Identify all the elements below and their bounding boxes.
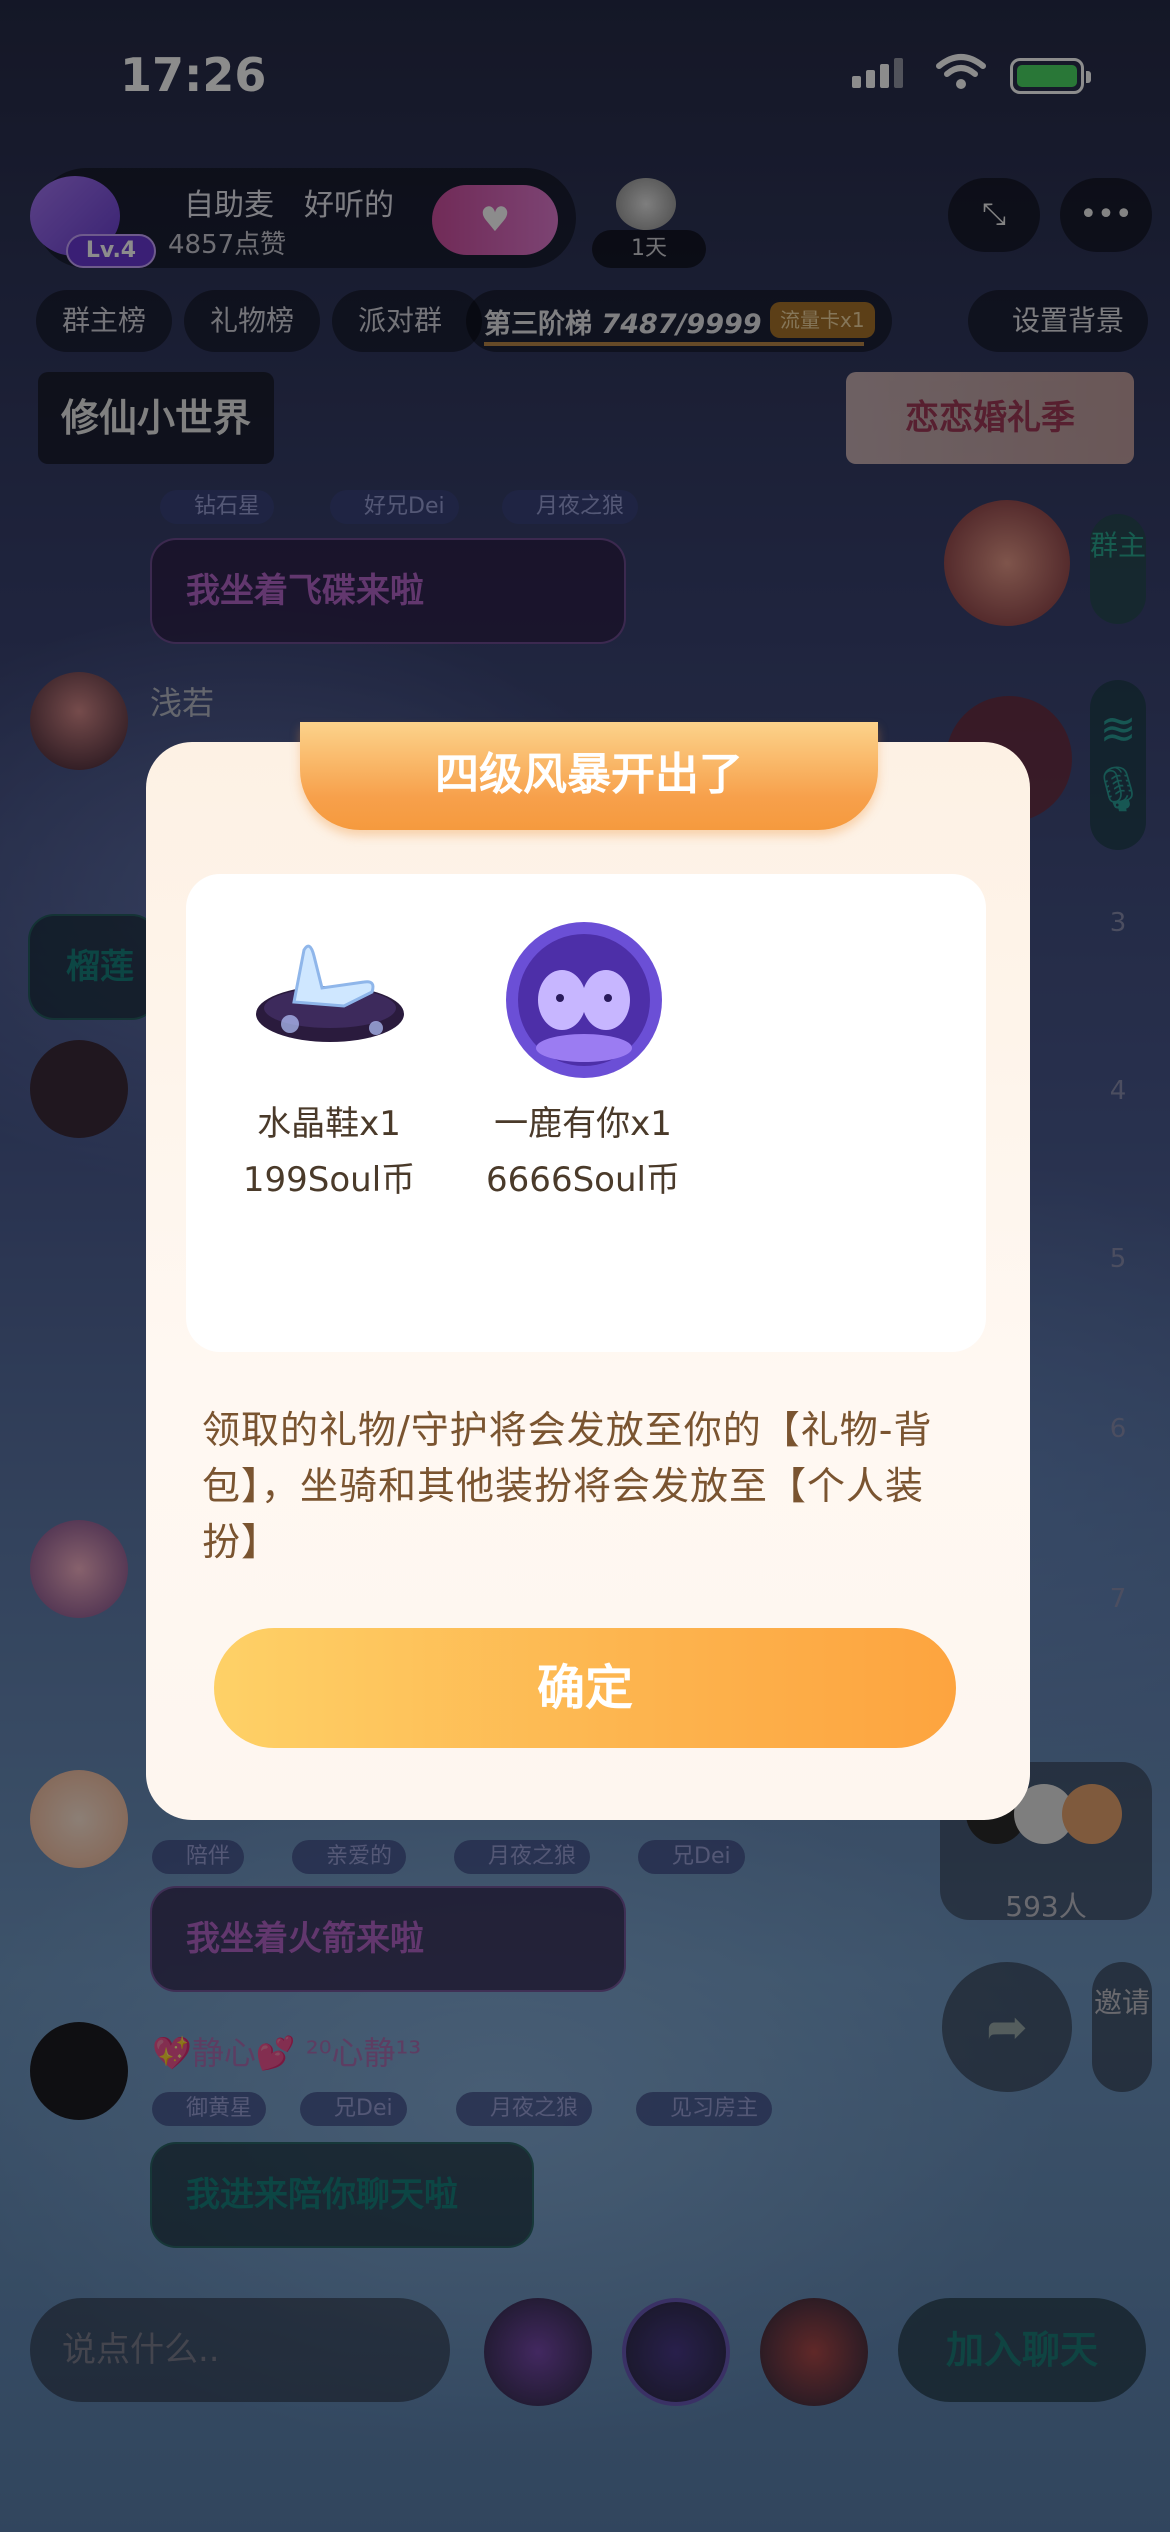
gift-price: 199Soul币 [242,1160,416,1200]
confirm-button[interactable]: 确定 [214,1628,956,1748]
deer-pair-icon [506,922,662,1078]
gift-name: 一鹿有你x1 [494,1104,672,1144]
crystal-shoe-icon [256,944,404,1042]
gift-price: 6666Soul币 [486,1160,680,1200]
dialog-note: 领取的礼物/守护将会发放至你的【礼物-背包】，坐骑和其他装扮将会发放至【个人装扮… [202,1408,933,1564]
dialog-title: 四级风暴开出了 [435,749,743,800]
gift-name: 水晶鞋x1 [257,1104,401,1144]
